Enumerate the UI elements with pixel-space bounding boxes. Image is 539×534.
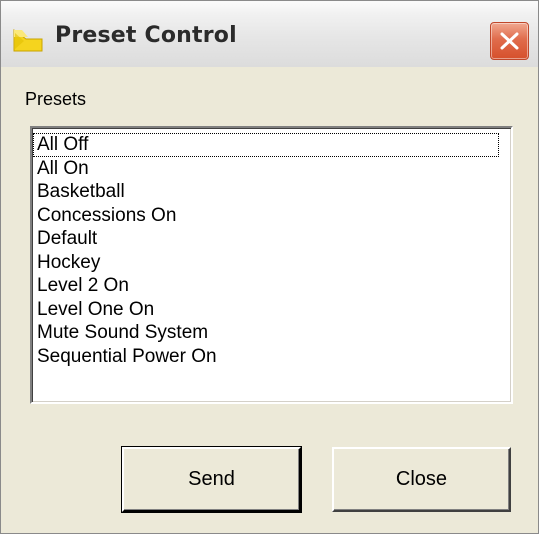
dialog-body: Presets All Off All On Basketball Concessio…: [1, 67, 538, 533]
preset-list-item[interactable]: Level 2 On: [33, 274, 499, 298]
title-bar[interactable]: Preset Control: [1, 1, 538, 67]
preset-list-item[interactable]: Concessions On: [33, 204, 499, 228]
preset-list-item[interactable]: Sequential Power On: [33, 345, 499, 369]
presets-list: All Off All On Basketball Concessions On Def…: [32, 128, 511, 368]
preset-list-item[interactable]: All On: [33, 157, 499, 181]
send-button[interactable]: Send: [122, 447, 301, 512]
close-button[interactable]: Close: [332, 447, 511, 512]
preset-list-item[interactable]: Basketball: [33, 180, 499, 204]
close-x-icon: [500, 32, 519, 50]
preset-list-item[interactable]: Hockey: [33, 251, 499, 275]
send-button-label: Send: [188, 468, 235, 490]
preset-list-item[interactable]: Default: [33, 227, 499, 251]
preset-list-item[interactable]: All Off: [33, 133, 499, 157]
folder-arrow-icon: [12, 27, 46, 53]
preset-control-window: Preset Control Presets All Off All On Bask…: [0, 0, 539, 534]
close-window-button[interactable]: [490, 22, 529, 60]
presets-label: Presets: [25, 89, 87, 109]
close-button-label: Close: [395, 468, 448, 490]
preset-list-item[interactable]: Mute Sound System: [33, 321, 499, 345]
presets-listbox[interactable]: All Off All On Basketball Concessions On Def…: [30, 126, 513, 404]
preset-list-item[interactable]: Level One On: [33, 298, 499, 322]
window-title: Preset Control: [55, 23, 237, 48]
